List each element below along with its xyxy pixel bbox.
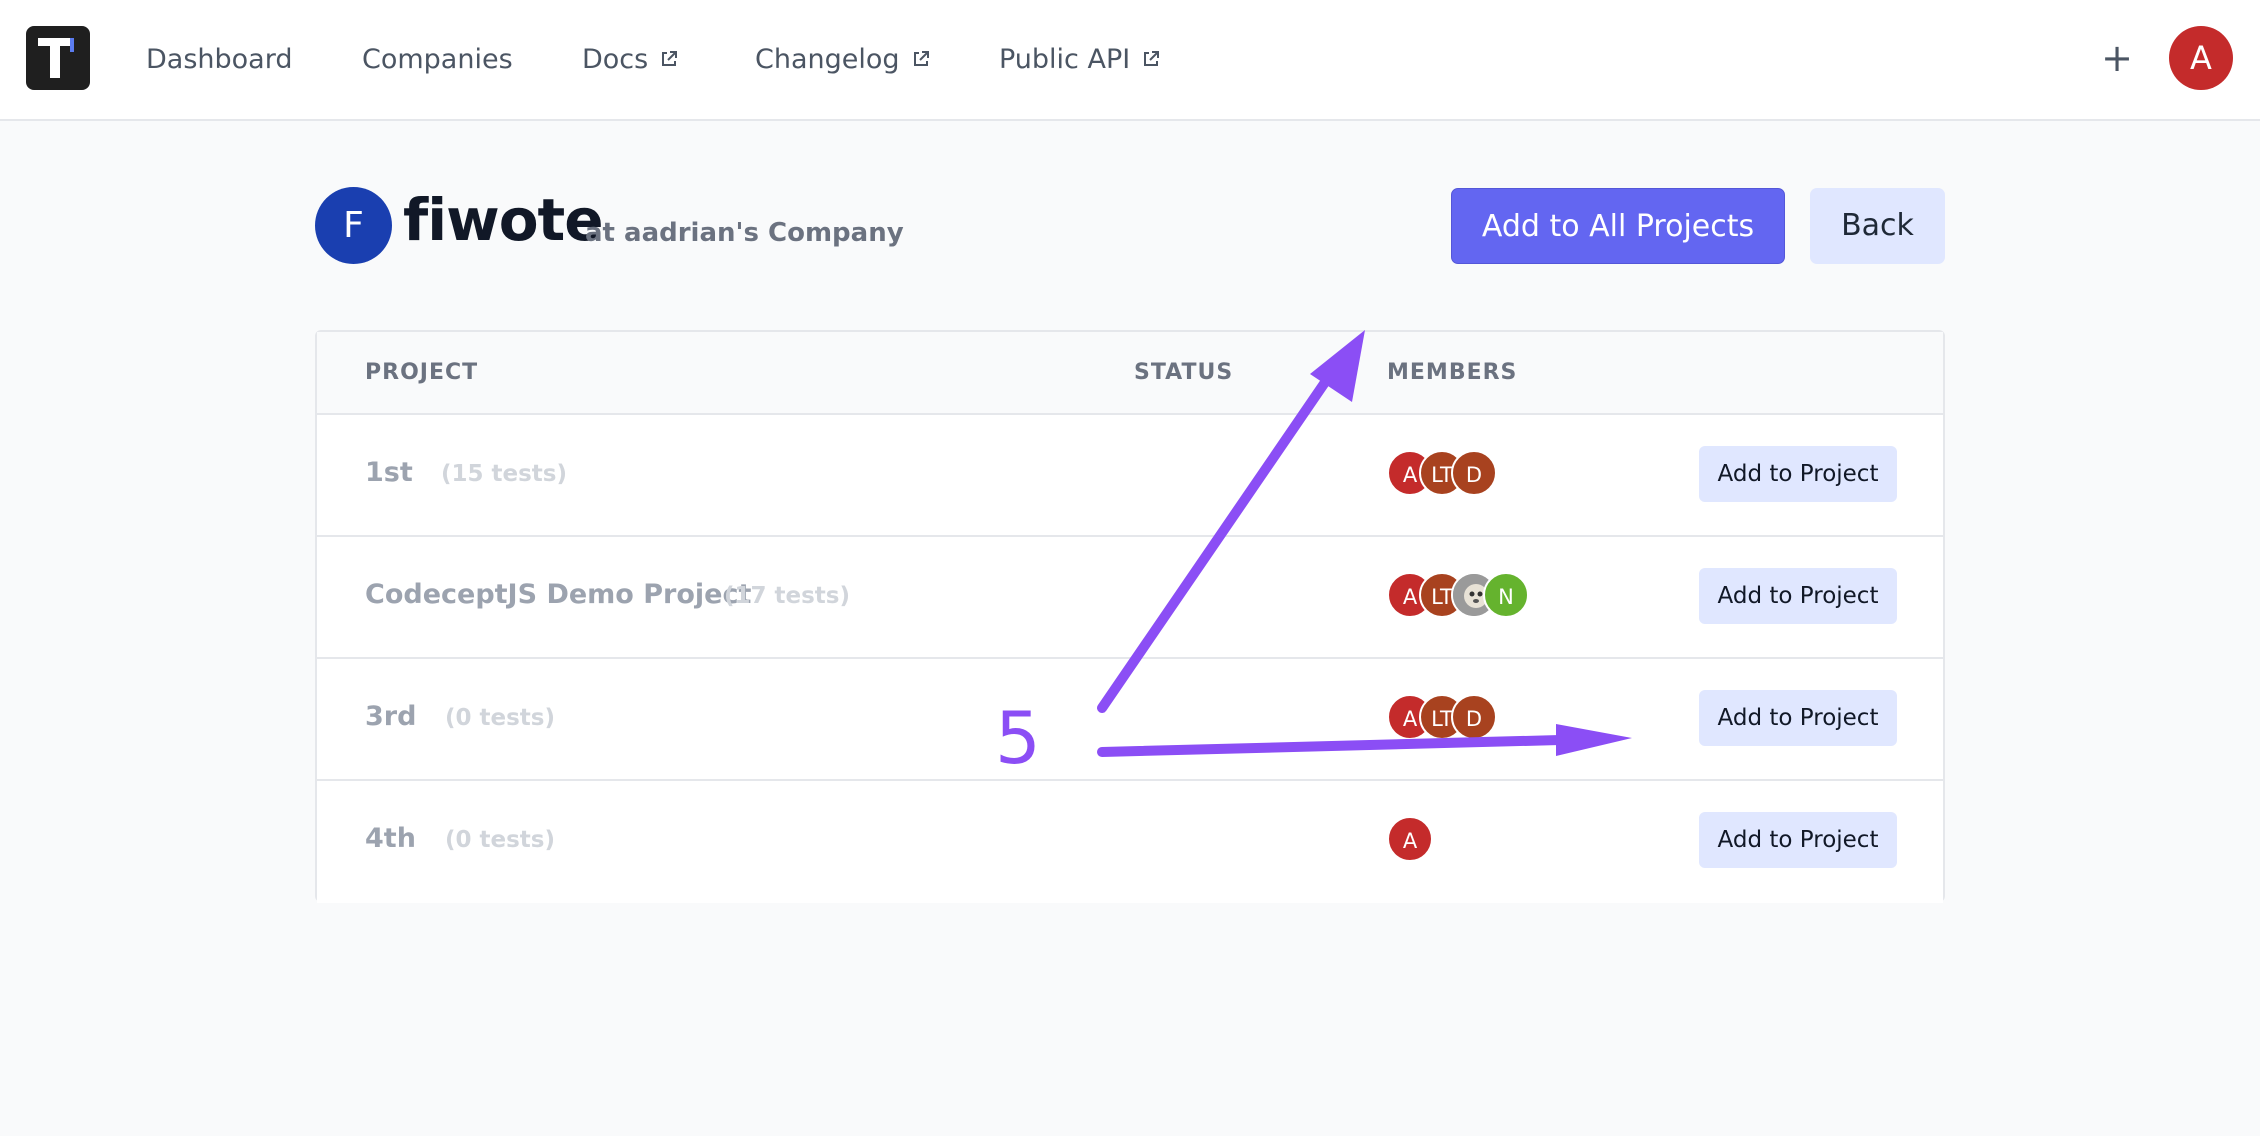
add-to-project-button[interactable]: Add to Project	[1699, 690, 1897, 746]
table-header: PROJECT STATUS MEMBERS	[317, 332, 1943, 415]
add-to-project-button[interactable]: Add to Project	[1699, 446, 1897, 502]
nav-dashboard-label: Dashboard	[146, 43, 293, 75]
projects-table: PROJECT STATUS MEMBERS 1st (15 tests) A …	[315, 330, 1945, 903]
top-navbar: Dashboard Companies Docs Changelog Publi…	[0, 0, 2260, 121]
project-test-count: (17 tests)	[724, 583, 851, 609]
project-name[interactable]: 1st	[365, 457, 413, 488]
project-test-count: (0 tests)	[445, 827, 556, 853]
project-name[interactable]: 4th	[365, 823, 416, 854]
nav-public-api[interactable]: Public API	[999, 40, 1160, 78]
nav-public-api-label: Public API	[999, 43, 1131, 75]
table-row: 1st (15 tests) A LT D Add to Project	[317, 415, 1943, 537]
back-button[interactable]: Back	[1810, 188, 1945, 264]
external-link-icon	[660, 50, 678, 68]
member-avatar: D	[1451, 450, 1497, 496]
project-name[interactable]: 3rd	[365, 701, 416, 732]
add-icon[interactable]: +	[2100, 36, 2134, 80]
user-avatar[interactable]: A	[2169, 26, 2233, 90]
nav-companies[interactable]: Companies	[362, 40, 513, 78]
external-link-icon	[912, 50, 930, 68]
table-row: CodeceptJS Demo Project (17 tests) A LT …	[317, 537, 1943, 659]
add-to-project-button[interactable]: Add to Project	[1699, 568, 1897, 624]
column-header-members: MEMBERS	[1387, 360, 1518, 385]
nav-docs-label: Docs	[582, 43, 649, 75]
add-to-project-button[interactable]: Add to Project	[1699, 812, 1897, 868]
member-avatar: F	[315, 187, 392, 264]
member-avatar: N	[1483, 572, 1529, 618]
project-test-count: (0 tests)	[445, 705, 556, 731]
nav-docs[interactable]: Docs	[582, 40, 678, 78]
page-title: fiwote	[403, 186, 604, 254]
nav-companies-label: Companies	[362, 43, 513, 75]
annotation-number: 5	[995, 696, 1041, 780]
member-avatar: A	[1387, 816, 1433, 862]
nav-changelog[interactable]: Changelog	[755, 40, 930, 78]
external-link-icon	[1142, 50, 1160, 68]
nav-changelog-label: Changelog	[755, 43, 900, 75]
nav-dashboard[interactable]: Dashboard	[146, 40, 292, 78]
column-header-project: PROJECT	[365, 360, 479, 385]
table-row: 4th (0 tests) A Add to Project	[317, 781, 1943, 903]
table-row: 3rd (0 tests) A LT D Add to Project	[317, 659, 1943, 781]
company-subtitle: at aadrian's Company	[585, 218, 904, 248]
app-logo[interactable]	[26, 26, 90, 90]
project-test-count: (15 tests)	[441, 461, 568, 487]
project-name[interactable]: CodeceptJS Demo Project	[365, 579, 751, 610]
logo-icon	[38, 38, 74, 78]
column-header-status: STATUS	[1134, 360, 1234, 385]
member-avatar: D	[1451, 694, 1497, 740]
add-to-all-projects-button[interactable]: Add to All Projects	[1451, 188, 1785, 264]
